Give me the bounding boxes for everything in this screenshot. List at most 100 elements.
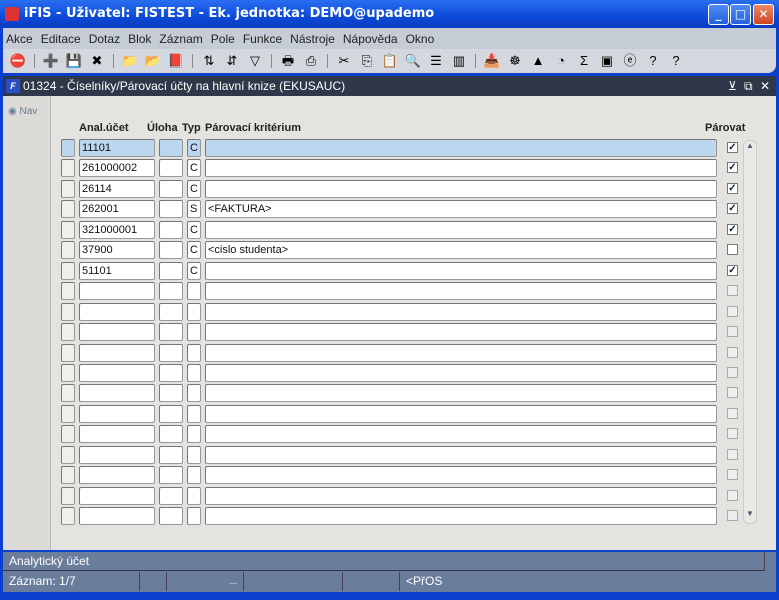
wheel-icon[interactable]: ☸ bbox=[506, 52, 524, 70]
record-selector[interactable] bbox=[61, 404, 75, 423]
sort-asc-icon[interactable]: ⇅ bbox=[200, 52, 218, 70]
task-field[interactable] bbox=[159, 200, 183, 219]
maximize-button[interactable]: □ bbox=[730, 4, 751, 25]
record-selector[interactable] bbox=[61, 282, 75, 301]
query-enter-icon[interactable]: 📁 bbox=[121, 52, 139, 70]
account-field[interactable] bbox=[79, 466, 155, 485]
list-icon[interactable]: ☰ bbox=[427, 52, 445, 70]
criterion-field[interactable] bbox=[205, 507, 717, 526]
sort-desc-icon[interactable]: ⇵ bbox=[223, 52, 241, 70]
criterion-field[interactable] bbox=[205, 466, 717, 485]
browser-icon[interactable]: ⓔ bbox=[621, 52, 639, 70]
task-field[interactable] bbox=[159, 159, 183, 178]
criterion-field[interactable] bbox=[205, 363, 717, 382]
pair-checkbox[interactable] bbox=[727, 448, 738, 460]
pair-checkbox[interactable] bbox=[727, 407, 738, 419]
record-selector[interactable] bbox=[61, 179, 75, 198]
account-field[interactable]: 261000002 bbox=[79, 159, 155, 178]
criterion-field[interactable] bbox=[205, 220, 717, 239]
menu-item[interactable]: Dotaz bbox=[89, 32, 120, 46]
task-field[interactable] bbox=[159, 139, 183, 157]
menu-item[interactable]: Akce bbox=[6, 32, 33, 46]
form-close-icon[interactable]: ✕ bbox=[760, 76, 770, 96]
paste-icon[interactable]: 📋 bbox=[381, 52, 399, 70]
type-field[interactable]: C bbox=[187, 179, 201, 198]
criterion-field[interactable] bbox=[205, 179, 717, 198]
scroll-down-icon[interactable]: ▼ bbox=[744, 509, 756, 523]
print-setup-icon[interactable]: ⎙ bbox=[302, 52, 320, 70]
task-field[interactable] bbox=[159, 261, 183, 280]
account-field[interactable] bbox=[79, 445, 155, 464]
pair-checkbox[interactable] bbox=[727, 346, 738, 358]
save-icon[interactable]: 💾 bbox=[65, 52, 83, 70]
close-button[interactable]: ✕ bbox=[753, 4, 774, 25]
type-field[interactable] bbox=[187, 302, 201, 321]
type-field[interactable] bbox=[187, 343, 201, 362]
task-field[interactable] bbox=[159, 404, 183, 423]
type-field[interactable] bbox=[187, 363, 201, 382]
criterion-field[interactable]: <cislo studenta> bbox=[205, 241, 717, 260]
record-selector[interactable] bbox=[61, 507, 75, 526]
columns-icon[interactable]: ▥ bbox=[450, 52, 468, 70]
record-selector[interactable] bbox=[61, 343, 75, 362]
task-field[interactable] bbox=[159, 179, 183, 198]
task-field[interactable] bbox=[159, 486, 183, 505]
cut-icon[interactable]: ✂ bbox=[335, 52, 353, 70]
account-field[interactable]: 321000001 bbox=[79, 220, 155, 239]
type-field[interactable] bbox=[187, 282, 201, 301]
type-field[interactable]: C bbox=[187, 220, 201, 239]
query-cancel-icon[interactable]: 📕 bbox=[167, 52, 185, 70]
account-field[interactable] bbox=[79, 486, 155, 505]
disk-icon[interactable]: ◔ bbox=[552, 52, 570, 70]
type-field[interactable]: C bbox=[187, 261, 201, 280]
type-field[interactable] bbox=[187, 445, 201, 464]
task-field[interactable] bbox=[159, 343, 183, 362]
type-field[interactable] bbox=[187, 323, 201, 342]
menu-item[interactable]: Okno bbox=[406, 32, 435, 46]
menu-item[interactable]: Záznam bbox=[159, 32, 202, 46]
criterion-field[interactable]: <FAKTURA> bbox=[205, 200, 717, 219]
criterion-field[interactable] bbox=[205, 445, 717, 464]
record-selector[interactable] bbox=[61, 302, 75, 321]
record-selector[interactable] bbox=[61, 445, 75, 464]
record-selector[interactable] bbox=[61, 363, 75, 382]
filter-icon[interactable]: ▽ bbox=[246, 52, 264, 70]
criterion-field[interactable] bbox=[205, 343, 717, 362]
record-selector[interactable] bbox=[61, 241, 75, 260]
account-field[interactable]: 26114 bbox=[79, 179, 155, 198]
task-field[interactable] bbox=[159, 323, 183, 342]
minimize-button[interactable]: _ bbox=[708, 4, 729, 25]
account-field[interactable] bbox=[79, 363, 155, 382]
type-field[interactable] bbox=[187, 384, 201, 403]
task-field[interactable] bbox=[159, 282, 183, 301]
record-selector[interactable] bbox=[61, 425, 75, 444]
pair-checkbox[interactable] bbox=[727, 510, 738, 522]
record-selector[interactable] bbox=[61, 384, 75, 403]
print-icon[interactable]: 🖶 bbox=[279, 52, 297, 70]
triangle-icon[interactable]: ▲ bbox=[529, 52, 547, 70]
copy-icon[interactable]: ⎘ bbox=[358, 52, 376, 70]
record-selector[interactable] bbox=[61, 159, 75, 178]
task-field[interactable] bbox=[159, 220, 183, 239]
import-icon[interactable]: 📥 bbox=[483, 52, 501, 70]
task-field[interactable] bbox=[159, 241, 183, 260]
form-minimize-icon[interactable]: ⊻ bbox=[728, 76, 737, 96]
record-selector[interactable] bbox=[61, 220, 75, 239]
delete-record-icon[interactable]: ✖ bbox=[88, 52, 106, 70]
pair-checkbox[interactable] bbox=[727, 489, 738, 501]
pair-checkbox[interactable] bbox=[727, 428, 738, 440]
type-field[interactable] bbox=[187, 486, 201, 505]
record-selector[interactable] bbox=[61, 486, 75, 505]
criterion-field[interactable] bbox=[205, 425, 717, 444]
criterion-field[interactable] bbox=[205, 323, 717, 342]
record-selector[interactable] bbox=[61, 139, 75, 157]
type-field[interactable] bbox=[187, 425, 201, 444]
account-field[interactable]: 11101 bbox=[79, 139, 155, 157]
pair-checkbox[interactable] bbox=[727, 387, 738, 399]
pair-checkbox[interactable]: ✓ bbox=[727, 223, 738, 235]
exit-icon[interactable]: ⛔ bbox=[9, 52, 27, 70]
record-selector[interactable] bbox=[61, 323, 75, 342]
record-selector[interactable] bbox=[61, 261, 75, 280]
sum-icon[interactable]: Σ bbox=[575, 52, 593, 70]
context-help-icon[interactable]: ? bbox=[667, 52, 685, 70]
